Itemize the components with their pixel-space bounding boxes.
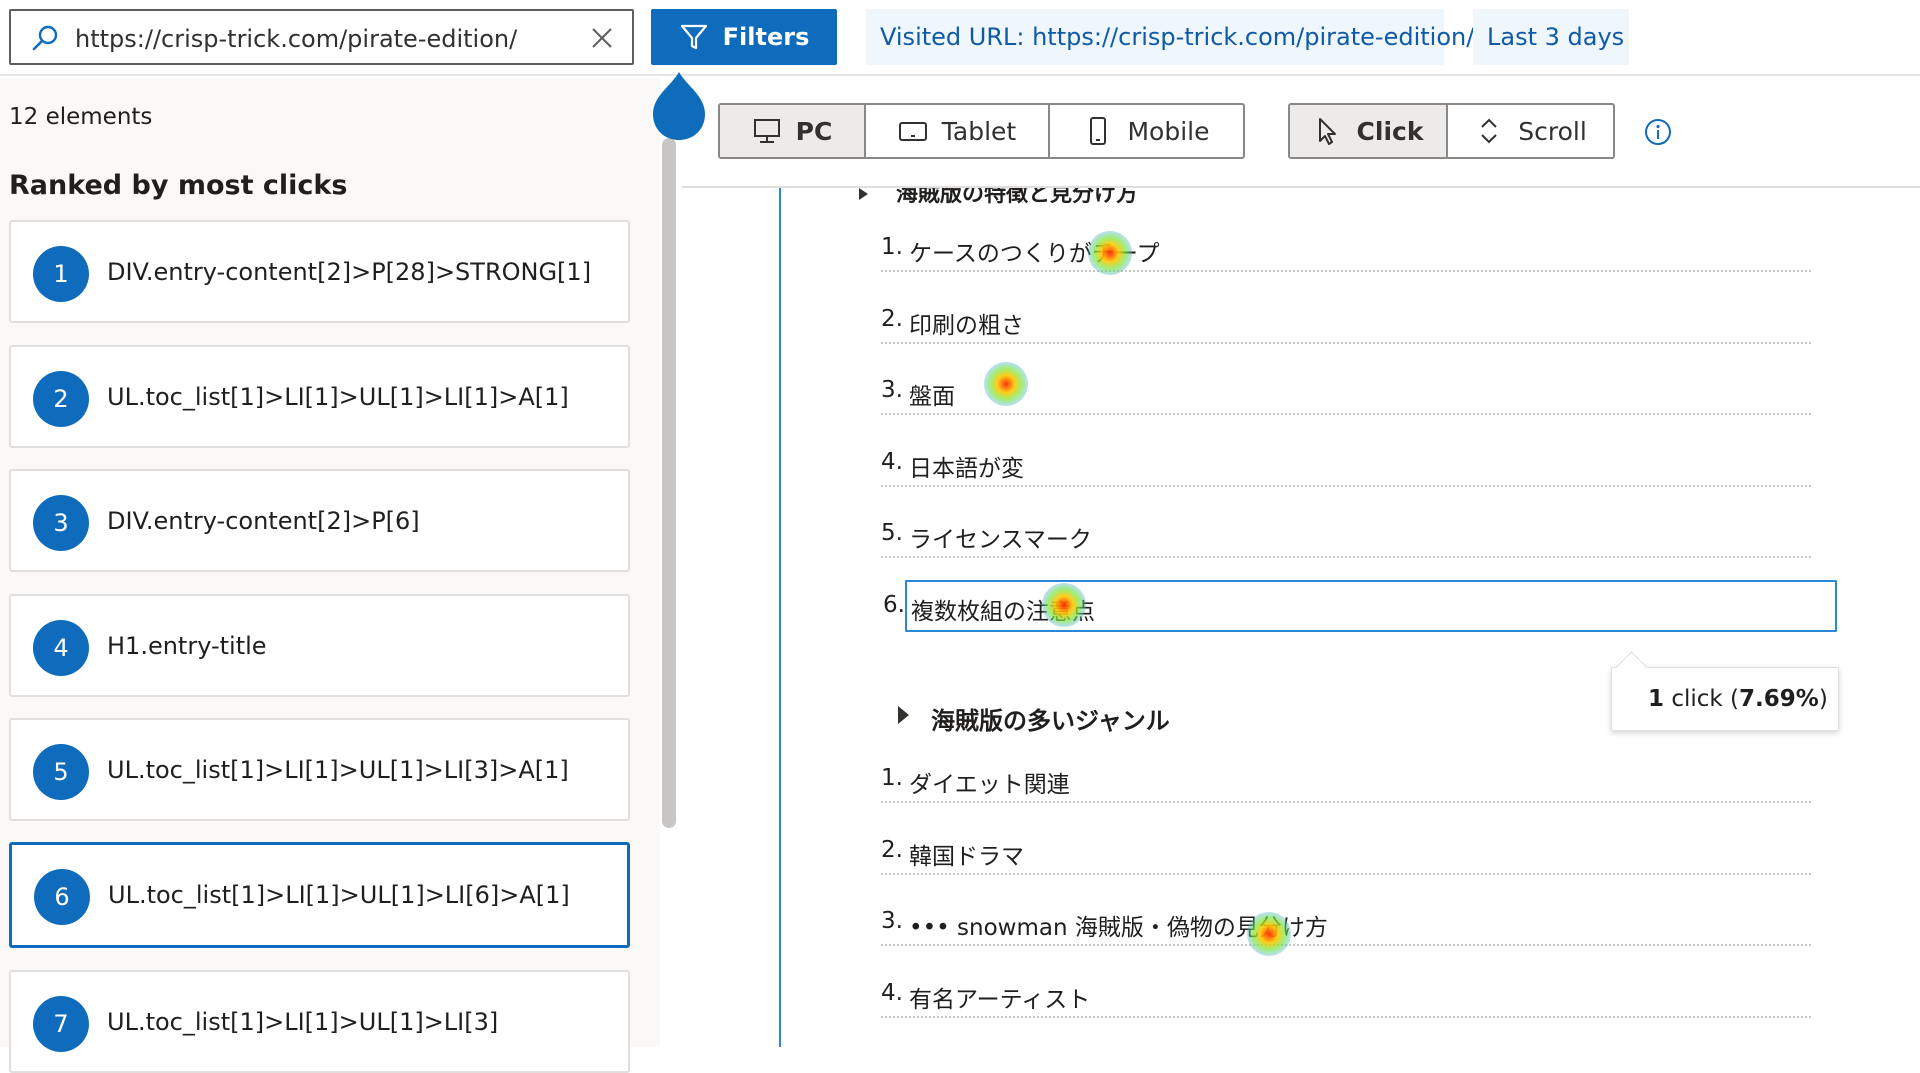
toc-text: 韓国ドラマ (909, 844, 1024, 870)
ranked-elements-panel: 12 elements Ranked by most clicks 1 DIV.… (0, 78, 660, 1073)
toc-link[interactable]: 2. 韓国ドラマ (881, 829, 1811, 875)
toc-section-heading: 海賊版の多いジャンル (931, 707, 1170, 735)
ranked-element-card-selected[interactable]: 6 UL.toc_list[1]>LI[1]>UL[1]>LI[6]>A[1] (9, 842, 630, 948)
mode-click-label: Click (1356, 116, 1424, 146)
tablet-icon (898, 122, 927, 141)
toc-number: 4. (881, 449, 903, 475)
rank-badge: 2 (33, 371, 89, 427)
info-icon[interactable] (1644, 118, 1672, 146)
visited-url-filter-chip[interactable]: Visited URL: https://crisp-trick.com/pir… (866, 9, 1474, 65)
sidebar-scrollbar[interactable] (662, 138, 676, 828)
teardrop-pin-icon (653, 72, 705, 140)
toc-number: 5. (881, 520, 903, 546)
toc-number: 2. (881, 837, 903, 863)
tooltip-word: click (1671, 686, 1723, 712)
element-selector: DIV.entry-content[2]>P[28]>STRONG[1] (107, 258, 592, 286)
toc-text: 盤面 (909, 384, 955, 410)
element-count: 12 elements (9, 104, 153, 130)
device-mobile-button[interactable]: Mobile (1050, 105, 1243, 157)
close-icon[interactable] (588, 24, 616, 52)
ranked-element-card[interactable]: 4 H1.entry-title (9, 594, 630, 697)
device-tablet-label: Tablet (941, 116, 1017, 146)
element-selector: H1.entry-title (107, 632, 267, 660)
mode-click-button[interactable]: Click (1290, 105, 1448, 157)
page-preview: 海賊版の特徴と見分け方 1. ケースのつくりがチープ 2. 印刷の粗さ 3. 盤… (682, 186, 1920, 1047)
date-range-filter-chip[interactable]: Last 3 days (1473, 9, 1629, 65)
element-selector: UL.toc_list[1]>LI[1]>UL[1]>LI[3] (107, 1008, 499, 1036)
ranked-title: Ranked by most clicks (9, 170, 348, 201)
toc-link[interactable]: 5. ライセンスマーク (881, 512, 1811, 558)
toc-number: 6. (883, 592, 905, 618)
click-heat-spot (1042, 583, 1086, 627)
top-bar: https://crisp-trick.com/pirate-edition/ … (0, 0, 1920, 76)
caret-right-icon (898, 706, 909, 724)
toc-link[interactable]: 3. ••• snowman 海賊版・偽物の見分け方 (881, 900, 1811, 946)
rank-badge: 5 (33, 744, 89, 800)
device-switcher: PC Tablet Mobile (718, 103, 1245, 159)
rank-badge: 4 (33, 620, 89, 676)
element-selector: UL.toc_list[1]>LI[1]>UL[1]>LI[3]>A[1] (107, 756, 569, 784)
cursor-icon (1318, 118, 1336, 145)
click-heat-spot (1247, 912, 1291, 956)
filter-icon (680, 24, 707, 50)
search-input[interactable]: https://crisp-trick.com/pirate-edition/ (75, 25, 517, 53)
ranked-element-card[interactable]: 3 DIV.entry-content[2]>P[6] (9, 469, 630, 572)
element-selector: UL.toc_list[1]>LI[1]>UL[1]>LI[6]>A[1] (108, 881, 570, 909)
click-heat-spot (1088, 231, 1132, 275)
toc-link[interactable]: 4. 日本語が変 (881, 441, 1811, 487)
click-count-tooltip: 1 click (7.69%) (1611, 667, 1839, 731)
heatmap-mode-switcher: Click Scroll (1288, 103, 1615, 159)
url-search-field[interactable]: https://crisp-trick.com/pirate-edition/ (9, 9, 634, 65)
device-pc-button[interactable]: PC (720, 105, 866, 157)
click-heat-spot (984, 362, 1028, 406)
desktop-icon (753, 119, 780, 143)
ranked-element-card[interactable]: 5 UL.toc_list[1]>LI[1]>UL[1]>LI[3]>A[1] (9, 718, 630, 821)
toc-number: 3. (881, 377, 903, 403)
ranked-element-card[interactable]: 2 UL.toc_list[1]>LI[1]>UL[1]>LI[1]>A[1] (9, 345, 630, 448)
ranked-element-card[interactable]: 1 DIV.entry-content[2]>P[28]>STRONG[1] (9, 220, 630, 323)
device-mobile-label: Mobile (1127, 116, 1210, 146)
rank-badge: 1 (33, 246, 89, 302)
toc-text: 印刷の粗さ (909, 313, 1024, 339)
mode-scroll-button[interactable]: Scroll (1448, 105, 1613, 157)
mode-scroll-label: Scroll (1518, 116, 1587, 146)
element-selector: DIV.entry-content[2]>P[6] (107, 507, 420, 535)
toc-number: 4. (881, 980, 903, 1006)
toc-number: 2. (881, 306, 903, 332)
filters-label: Filters (722, 23, 810, 51)
toc-text: 日本語が変 (909, 456, 1024, 482)
rank-badge: 7 (33, 996, 89, 1052)
caret-right-icon (859, 188, 868, 200)
rank-badge: 3 (33, 495, 89, 551)
toc-section-heading: 海賊版の特徴と見分け方 (896, 186, 1139, 207)
toc-number: 3. (881, 908, 903, 934)
toc-text: ライセンスマーク (909, 527, 1092, 553)
ranked-element-card[interactable]: 7 UL.toc_list[1]>LI[1]>UL[1]>LI[3] (9, 970, 630, 1073)
search-icon (32, 25, 58, 51)
toc-number: 1. (881, 765, 903, 791)
scroll-arrows-icon (1481, 118, 1497, 144)
rank-badge: 6 (34, 869, 90, 925)
element-selector: UL.toc_list[1]>LI[1]>UL[1]>LI[1]>A[1] (107, 383, 569, 411)
toc-link[interactable]: 1. ケースのつくりがチープ (881, 226, 1811, 272)
toc-text: 有名アーティスト (909, 987, 1091, 1013)
toc-link[interactable]: 2. 印刷の粗さ (881, 298, 1811, 344)
toc-number: 1. (881, 234, 903, 260)
device-pc-label: PC (795, 116, 833, 146)
toc-text: ダイエット関連 (909, 772, 1070, 798)
filters-button[interactable]: Filters (651, 9, 837, 65)
toc-link[interactable]: 1. ダイエット関連 (881, 757, 1811, 803)
device-tablet-button[interactable]: Tablet (866, 105, 1050, 157)
toc-link[interactable]: 4. 有名アーティスト (881, 972, 1811, 1018)
mobile-icon (1090, 117, 1107, 145)
preview-content: 海賊版の特徴と見分け方 1. ケースのつくりがチープ 2. 印刷の粗さ 3. 盤… (779, 188, 1920, 1047)
tooltip-count: 1 (1648, 686, 1665, 712)
tooltip-percent: 7.69% (1739, 686, 1819, 712)
